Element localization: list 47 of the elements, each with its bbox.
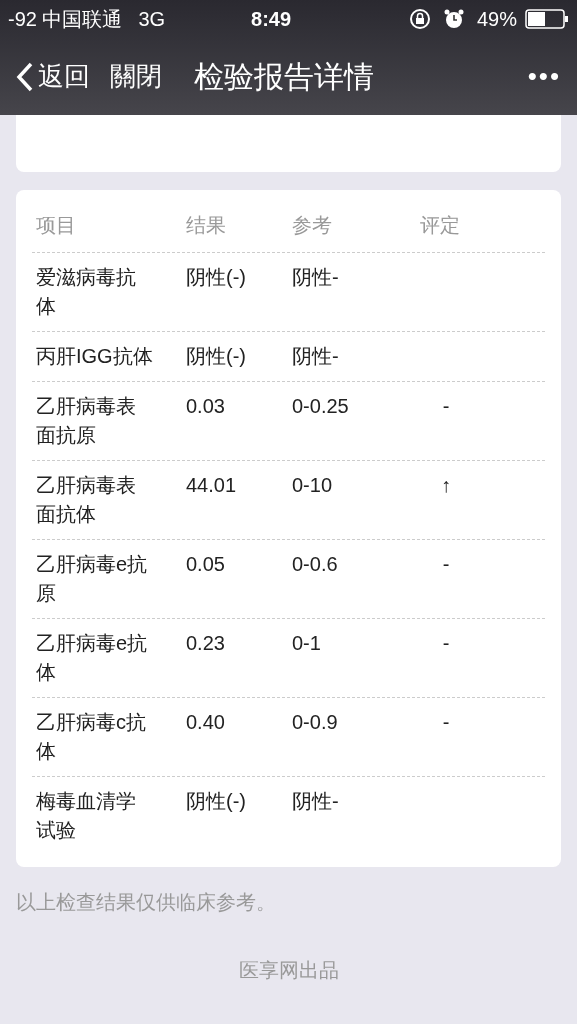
column-header: 结果 [185, 213, 227, 238]
table-cell-text: 0.23 [185, 631, 226, 656]
chevron-left-icon [16, 61, 34, 92]
table-cell-text: 阴性- [291, 344, 340, 369]
close-button[interactable]: 關閉 [110, 57, 162, 96]
table-cell-text: 0.03 [185, 394, 226, 419]
battery-icon [525, 9, 569, 29]
table-cell-text: 0.40 [185, 710, 226, 735]
column-header: 评定 [419, 213, 461, 238]
table-cell-text: 0-0.25 [291, 394, 350, 419]
table-cell-text: 阴性(-) [185, 265, 247, 290]
battery-percent: 49% [476, 7, 517, 32]
column-header: 项目 [35, 213, 77, 238]
table-cell-text: 乙肝病毒e抗原 [35, 552, 149, 606]
table-cell-text: 乙肝病毒c抗体 [35, 710, 147, 764]
table-cell-text: 0-10 [291, 473, 334, 498]
table-cell-text: 阴性(-) [185, 344, 247, 369]
table-cell-text: - [441, 394, 451, 419]
carrier-text: -92 中国联通 [8, 7, 123, 32]
table-cell-text: 阴性- [291, 265, 340, 290]
column-header: 参考 [291, 213, 333, 238]
table-cell-text: - [441, 552, 451, 577]
back-button[interactable]: 返回 [16, 57, 90, 96]
table-cell-text: 0-1 [291, 631, 322, 656]
footer-text: 医享网出品 [237, 958, 340, 983]
table-cell-text: ↑ [440, 473, 452, 498]
table-cell-text: 0.05 [185, 552, 226, 577]
table-cell-text: 乙肝病毒表面抗体 [35, 473, 137, 527]
table-cell-text: 阴性(-) [185, 789, 247, 814]
disclaimer-text: 以上检查结果仅供临床参考。 [16, 890, 277, 915]
table-cell-text: 44.01 [185, 473, 238, 498]
alarm-icon [442, 8, 465, 30]
network-text: 3G [138, 7, 166, 32]
table-cell-text: 乙肝病毒表面抗原 [35, 394, 137, 448]
table-cell-text: - [441, 710, 451, 735]
more-button[interactable]: ••• [527, 57, 561, 96]
rotation-lock-icon [408, 8, 431, 30]
table-cell-text: 乙肝病毒e抗体 [35, 631, 149, 685]
table-cell-text: 0-0.9 [291, 710, 339, 735]
table-cell-text: 梅毒血清学试验 [35, 789, 137, 843]
page-title: 检验报告详情 [194, 59, 374, 95]
table-cell-text: - [441, 631, 451, 656]
clock-text: 8:49 [250, 7, 293, 32]
table-cell-text: 丙肝IGG抗体 [35, 344, 154, 369]
table-cell-text: 阴性- [291, 789, 340, 814]
table-cell-text: 爱滋病毒抗体 [35, 265, 137, 319]
table-cell-text: 0-0.6 [291, 552, 339, 577]
